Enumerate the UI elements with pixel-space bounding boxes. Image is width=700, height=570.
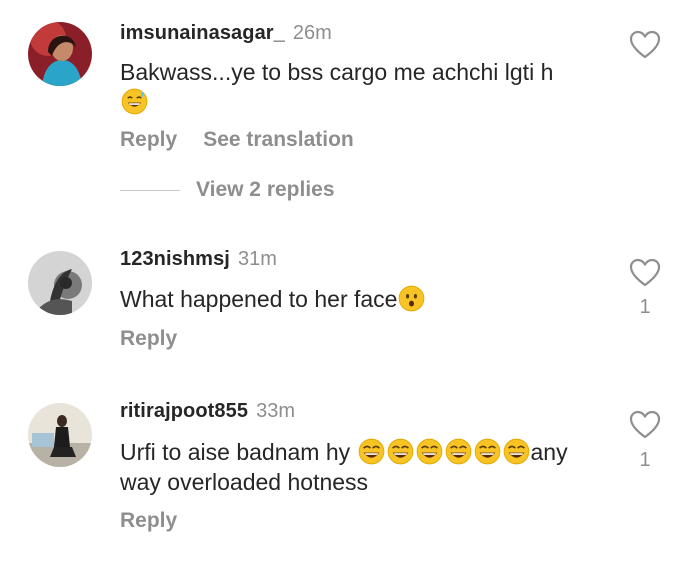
joy-emoji-icon [387,438,414,465]
username[interactable]: 123nishmsj [120,248,230,270]
reply-button[interactable]: Reply [120,509,177,532]
like-heart-icon[interactable] [629,30,661,60]
like-heart-icon[interactable] [629,410,661,440]
reply-button[interactable]: Reply [120,327,177,350]
like-count: 1 [639,296,651,318]
comment-time: 31m [237,248,277,270]
comment-text: What happened to her face [120,284,610,314]
joy-emoji-icon [358,438,385,465]
like-heart-icon[interactable] [629,258,661,288]
hushed-face-emoji-icon [398,285,425,312]
username[interactable]: ritirajpoot855 [120,400,248,422]
joy-emoji-icon [445,438,472,465]
see-translation-button[interactable]: See translation [203,128,354,151]
avatar[interactable] [28,251,92,315]
comment-time: 33m [256,400,296,422]
avatar[interactable] [28,22,92,86]
username[interactable]: imsunainasagar_ [120,22,285,44]
comment-time: 26m [292,22,332,44]
sweat-smile-emoji-icon [121,88,148,115]
joy-emoji-icon [416,438,443,465]
joy-emoji-icon [503,438,530,465]
view-replies-button[interactable]: View 2 replies [120,178,335,202]
joy-emoji-icon [474,438,501,465]
comment-text: Urfi to aise badnam hy any way overloade… [120,438,568,495]
avatar[interactable] [28,403,92,467]
comment-text: Bakwass...ye to bss cargo me achchi lgti… [120,57,610,117]
view-replies-label: View 2 replies [196,178,335,201]
reply-button[interactable]: Reply [120,128,177,151]
laughing-emoji-group [357,438,531,465]
divider-line [120,189,180,191]
like-count: 1 [639,449,651,471]
